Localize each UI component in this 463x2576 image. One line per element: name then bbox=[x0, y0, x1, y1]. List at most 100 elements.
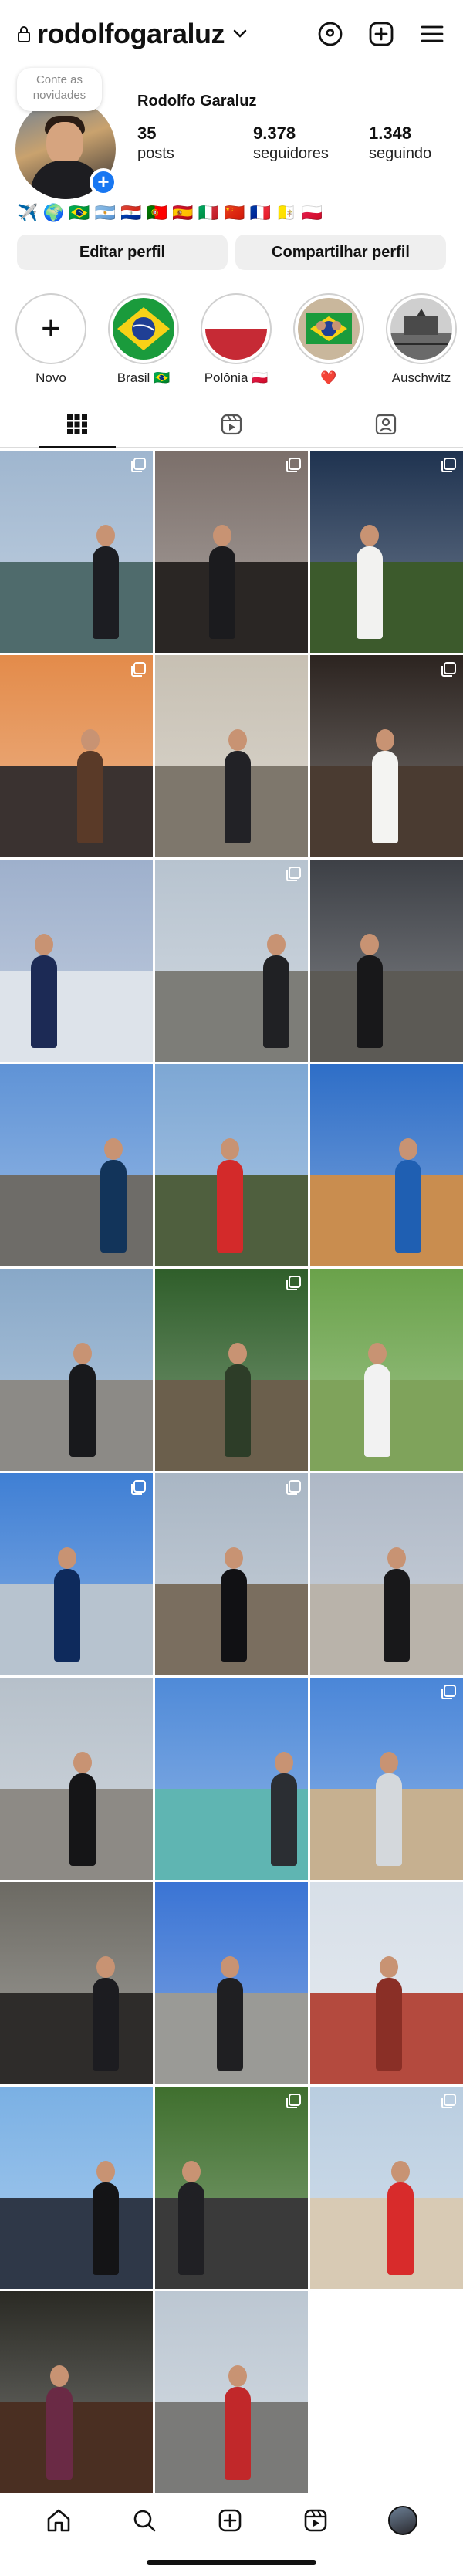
photo-person bbox=[93, 546, 119, 639]
edit-profile-button[interactable]: Editar perfil bbox=[17, 235, 228, 270]
photo-ground bbox=[0, 562, 153, 653]
post-thumbnail[interactable] bbox=[310, 1064, 463, 1266]
grid-tab[interactable] bbox=[0, 401, 154, 448]
stat-label: posts bbox=[137, 145, 174, 162]
profile-avatar-icon[interactable] bbox=[388, 2506, 418, 2535]
profile-stats: 35 posts 9.378 seguidores 1.348 seguindo bbox=[137, 123, 463, 163]
post-thumbnail[interactable] bbox=[310, 1269, 463, 1471]
brazil-flag-icon bbox=[113, 298, 174, 360]
post-thumbnail[interactable] bbox=[310, 860, 463, 1062]
post-thumbnail[interactable] bbox=[0, 2087, 153, 2289]
threads-icon[interactable] bbox=[316, 20, 344, 48]
post-thumbnail[interactable] bbox=[155, 1064, 308, 1266]
photo-person-head bbox=[391, 2161, 410, 2182]
stat-followers[interactable]: 9.378 seguidores bbox=[253, 123, 369, 163]
menu-icon[interactable] bbox=[418, 20, 446, 48]
highlight-label: Auschwitz bbox=[391, 370, 451, 385]
post-thumbnail[interactable] bbox=[310, 1473, 463, 1675]
photo-background bbox=[0, 1678, 153, 1790]
post-thumbnail[interactable] bbox=[155, 2291, 308, 2493]
carousel-icon bbox=[131, 662, 146, 677]
post-thumbnail[interactable] bbox=[155, 1678, 308, 1880]
post-thumbnail[interactable] bbox=[155, 451, 308, 653]
highlight-brasil[interactable]: Brasil 🇧🇷 bbox=[108, 293, 179, 386]
bw-photo-icon bbox=[390, 298, 452, 360]
photo-background bbox=[155, 655, 308, 767]
empty-grid-slot bbox=[310, 2291, 463, 2493]
photo-person-head bbox=[182, 2161, 201, 2182]
photo-person-head bbox=[81, 729, 100, 751]
post-thumbnail[interactable] bbox=[155, 2087, 308, 2289]
post-thumbnail[interactable] bbox=[0, 1269, 153, 1471]
bottom-navigation bbox=[0, 2493, 463, 2576]
post-thumbnail[interactable] bbox=[0, 1473, 153, 1675]
highlight-auschwitz[interactable]: Auschwitz bbox=[386, 293, 457, 386]
carousel-icon bbox=[286, 1276, 301, 1290]
photo-person bbox=[271, 1773, 297, 1866]
photo-background bbox=[310, 860, 463, 972]
photo-background bbox=[0, 2291, 153, 2403]
post-thumbnail[interactable] bbox=[0, 860, 153, 1062]
photo-background bbox=[0, 1064, 153, 1176]
photo-person bbox=[31, 955, 57, 1048]
carousel-icon bbox=[441, 458, 456, 472]
highlight-heart[interactable]: ❤️ bbox=[293, 293, 364, 386]
carousel-icon bbox=[131, 458, 146, 472]
post-thumbnail[interactable] bbox=[310, 655, 463, 857]
carousel-icon bbox=[286, 1480, 301, 1495]
photo-person bbox=[372, 751, 398, 843]
post-thumbnail[interactable] bbox=[0, 2291, 153, 2493]
carousel-icon bbox=[441, 1685, 456, 1699]
create-post-icon[interactable] bbox=[217, 2507, 243, 2534]
create-icon[interactable] bbox=[367, 20, 395, 48]
post-thumbnail[interactable] bbox=[0, 451, 153, 653]
stat-value: 9.378 bbox=[253, 123, 296, 143]
share-profile-button[interactable]: Compartilhar perfil bbox=[235, 235, 446, 270]
add-story-badge[interactable]: + bbox=[90, 168, 117, 196]
post-thumbnail[interactable] bbox=[310, 1882, 463, 2084]
stat-following[interactable]: 1.348 seguindo bbox=[369, 123, 463, 163]
photo-person bbox=[69, 1773, 96, 1866]
tagged-tab[interactable] bbox=[309, 401, 463, 447]
photo-person bbox=[376, 1978, 402, 2071]
post-thumbnail[interactable] bbox=[155, 1882, 308, 2084]
stat-posts[interactable]: 35 posts bbox=[137, 123, 253, 163]
post-thumbnail[interactable] bbox=[0, 1678, 153, 1880]
highlight-new[interactable]: + Novo bbox=[15, 293, 86, 386]
post-thumbnail[interactable] bbox=[155, 1269, 308, 1471]
search-icon[interactable] bbox=[131, 2507, 157, 2534]
photo-person bbox=[93, 1978, 119, 2071]
post-thumbnail[interactable] bbox=[155, 655, 308, 857]
post-thumbnail[interactable] bbox=[0, 1882, 153, 2084]
photo-ground bbox=[0, 766, 153, 857]
photo-person bbox=[225, 751, 251, 843]
photo-person bbox=[263, 955, 289, 1048]
carousel-icon bbox=[286, 867, 301, 881]
post-thumbnail[interactable] bbox=[310, 1678, 463, 1880]
post-thumbnail[interactable] bbox=[0, 655, 153, 857]
photo-person-head bbox=[228, 2365, 247, 2387]
note-bubble[interactable]: Conte as novidades bbox=[17, 68, 102, 111]
reels-icon bbox=[221, 414, 242, 434]
post-thumbnail[interactable] bbox=[0, 1064, 153, 1266]
post-thumbnail[interactable] bbox=[155, 1473, 308, 1675]
photo-ground bbox=[0, 2402, 153, 2493]
account-switcher[interactable]: rodolfogaraluz bbox=[17, 18, 248, 50]
photo-person bbox=[217, 1160, 243, 1253]
photo-person bbox=[357, 546, 383, 639]
avatar-container[interactable]: + bbox=[15, 99, 117, 199]
reels-nav-icon[interactable] bbox=[302, 2507, 329, 2534]
photo-person bbox=[100, 1160, 127, 1253]
post-thumbnail[interactable] bbox=[310, 451, 463, 653]
photo-person-head bbox=[73, 1343, 92, 1364]
post-thumbnail[interactable] bbox=[310, 2087, 463, 2289]
highlight-polonia[interactable]: Polônia 🇵🇱 bbox=[201, 293, 272, 386]
photo-person-head bbox=[35, 934, 53, 955]
photo-background bbox=[0, 1882, 153, 1994]
username: rodolfogaraluz bbox=[37, 18, 225, 49]
home-icon[interactable] bbox=[46, 2507, 72, 2534]
reels-tab[interactable] bbox=[154, 401, 309, 447]
photo-person-head bbox=[96, 2161, 115, 2182]
post-thumbnail[interactable] bbox=[155, 860, 308, 1062]
photo-person-head bbox=[368, 1343, 387, 1364]
